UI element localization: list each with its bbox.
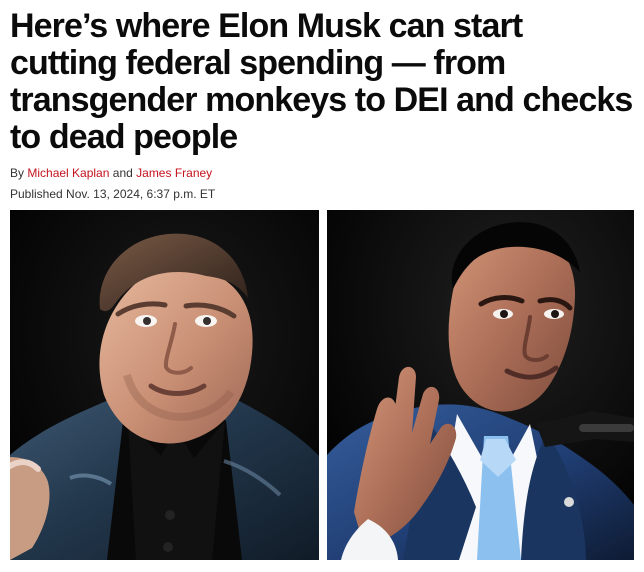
- published-timestamp: Published Nov. 13, 2024, 6:37 p.m. ET: [10, 187, 216, 201]
- article-photo-right[interactable]: [327, 210, 634, 560]
- byline-prefix: By: [10, 166, 25, 180]
- photo-person-suit-raised-hand-icon: [327, 210, 634, 560]
- author-link-michael-kaplan[interactable]: Michael Kaplan: [27, 166, 109, 180]
- article-headline: Here’s where Elon Musk can start cutting…: [10, 7, 633, 156]
- byline: By Michael Kaplan and James Franey: [10, 166, 212, 180]
- article-photo-left[interactable]: [10, 210, 319, 560]
- photo-person-leather-jacket-icon: [10, 210, 319, 560]
- author-link-james-franey[interactable]: James Franey: [136, 166, 212, 180]
- byline-joiner: and: [112, 166, 133, 180]
- article: Here’s where Elon Musk can start cutting…: [0, 0, 644, 572]
